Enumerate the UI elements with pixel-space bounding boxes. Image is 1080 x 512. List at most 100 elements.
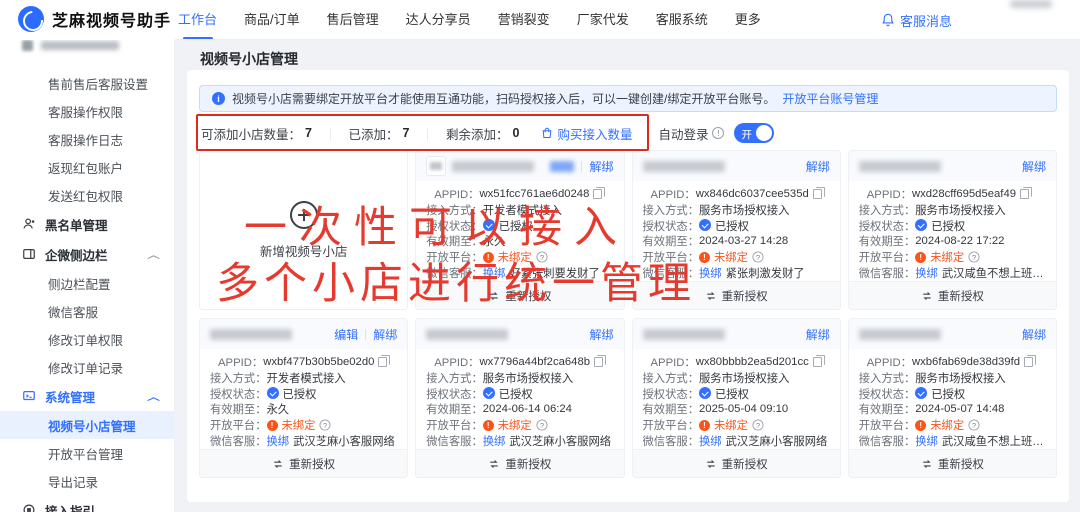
help-icon[interactable]: ? — [752, 420, 763, 431]
auth-status-label: 授权状态： — [426, 386, 483, 402]
sidebar-item-11[interactable]: 修改订单记录 — [0, 353, 174, 381]
rebind-link[interactable]: 换绑 — [699, 433, 722, 449]
help-icon[interactable]: ? — [536, 420, 547, 431]
sidebar-item-4[interactable]: 返现红包账户 — [0, 153, 174, 181]
rebind-link[interactable]: 换绑 — [915, 265, 938, 281]
sidebar-item-8[interactable]: 侧边栏配置 — [0, 269, 174, 297]
auth-status-value: 已授权 — [283, 386, 317, 402]
nav-item-2[interactable]: 商品/订单 — [244, 0, 300, 40]
app-logo: 芝麻视频号助手 — [18, 6, 171, 32]
unbind-link[interactable]: 解绑 — [1022, 326, 1046, 343]
sidebar-item-15[interactable]: 导出记录 — [0, 467, 174, 495]
open-platform-value: 未绑定 — [282, 417, 316, 433]
sidebar-item-3[interactable]: 客服操作日志 — [0, 125, 174, 153]
rebind-link[interactable]: 换绑 — [483, 433, 506, 449]
auto-login-toggle[interactable]: 开 — [734, 123, 774, 143]
top-navbar: 芝麻视频号助手 工作台商品/订单售后管理达人分享员营销裂变厂家代发客服系统更多 … — [0, 0, 1080, 40]
expire-row: 有效期至： 永久 — [210, 401, 397, 417]
copy-icon[interactable] — [594, 357, 603, 367]
help-icon[interactable]: ? — [752, 252, 763, 263]
help-icon[interactable]: ? — [969, 252, 980, 263]
sidebar-item-12[interactable]: 系统管理︿ — [0, 381, 174, 411]
nav-item-1[interactable]: 工作台 — [178, 0, 217, 40]
store-card-header: 解绑 — [633, 319, 840, 349]
service-messages-link[interactable]: 客服消息 — [881, 0, 952, 40]
copy-icon[interactable] — [1024, 357, 1033, 367]
warning-icon: ! — [915, 252, 926, 263]
unbind-link[interactable]: 解绑 — [589, 158, 613, 175]
store-card-body: APPID： wx80bbbb2ea5d201cc 接入方式： 服务市场授权接入… — [633, 349, 840, 449]
nav-item-8[interactable]: 更多 — [735, 0, 761, 40]
store-avatar — [426, 156, 446, 176]
add-store-card[interactable]: 新增视频号小店 — [199, 150, 408, 310]
reauthorize-button[interactable]: 重新授权 — [849, 449, 1056, 477]
open-platform-row: 开放平台： ! 未绑定 ? — [426, 249, 613, 265]
main-content: 视频号小店管理 i 视频号小店需要绑定开放平台才能使用互通功能，扫码授权接入后，… — [176, 40, 1080, 512]
sidebar-item-13[interactable]: 视频号小店管理 — [0, 411, 174, 439]
plus-icon — [290, 201, 318, 229]
unbind-link[interactable]: 解绑 — [373, 326, 397, 343]
reauthorize-button[interactable]: 重新授权 — [416, 449, 623, 477]
open-platform-account-link[interactable]: 开放平台账号管理 — [782, 90, 878, 107]
copy-icon[interactable] — [593, 189, 602, 199]
unbind-link[interactable]: 解绑 — [1022, 158, 1046, 175]
edit-link[interactable]: 编辑 — [334, 326, 358, 343]
appid-row: APPID： wx7796a44bf2ca648b — [426, 354, 613, 370]
copy-icon[interactable] — [813, 189, 822, 199]
warning-icon: ! — [699, 252, 710, 263]
sidebar-item-5[interactable]: 发送红包权限 — [0, 181, 174, 209]
appid-value: wxb6fab69de38d39fd — [912, 356, 1020, 368]
copy-icon[interactable] — [813, 357, 822, 367]
sidebar-item-16[interactable]: 接入指引 — [0, 495, 174, 512]
wechat-cs-name: 武汉咸鱼不想上班网络科技有... — [942, 265, 1046, 281]
reauthorize-button[interactable]: 重新授权 — [633, 449, 840, 477]
wechat-cs-label: 微信客服： — [643, 433, 700, 449]
sidebar-item-14[interactable]: 开放平台管理 — [0, 439, 174, 467]
rebind-link[interactable]: 换绑 — [483, 265, 506, 281]
edit-link-blurred[interactable] — [550, 161, 574, 172]
sidebar-item-label: 发送红包权限 — [48, 186, 123, 205]
sidebar-item-2[interactable]: 客服操作权限 — [0, 97, 174, 125]
rebind-link[interactable]: 换绑 — [915, 433, 938, 449]
rebind-link[interactable]: 换绑 — [699, 265, 722, 281]
expire-row: 有效期至： 2024-03-27 14:28 — [643, 233, 830, 249]
reauthorize-button[interactable]: 重新授权 — [416, 281, 623, 309]
reauthorize-button[interactable]: 重新授权 — [200, 449, 407, 477]
appid-label: APPID： — [434, 354, 479, 370]
copy-icon[interactable] — [1020, 189, 1029, 199]
nav-item-4[interactable]: 达人分享员 — [406, 0, 471, 40]
nav-item-6[interactable]: 厂家代发 — [577, 0, 629, 40]
reauthorize-button[interactable]: 重新授权 — [849, 281, 1056, 309]
copy-icon[interactable] — [378, 357, 387, 367]
sidebar-item-1[interactable]: 售前售后客服设置 — [0, 69, 174, 97]
unbind-link[interactable]: 解绑 — [589, 326, 613, 343]
help-icon[interactable]: ? — [969, 420, 980, 431]
reauthorize-button[interactable]: 重新授权 — [633, 281, 840, 309]
open-platform-value: 未绑定 — [714, 417, 748, 433]
blurred-account-element — [1010, 0, 1052, 8]
chevron-up-icon: ︿ — [147, 390, 160, 403]
expire-row: 有效期至： 2024-05-07 14:48 — [859, 401, 1046, 417]
sidebar-item-7[interactable]: 企微侧边栏︿ — [0, 239, 174, 269]
access-mode-value: 服务市场授权接入 — [915, 202, 1005, 218]
sidebar-item-9[interactable]: 微信客服 — [0, 297, 174, 325]
unbind-link[interactable]: 解绑 — [806, 326, 830, 343]
sidebar-item-10[interactable]: 修改订单权限 — [0, 325, 174, 353]
nav-item-7[interactable]: 客服系统 — [656, 0, 708, 40]
help-icon[interactable]: ? — [536, 252, 547, 263]
unbind-link[interactable]: 解绑 — [806, 158, 830, 175]
reauthorize-label: 重新授权 — [505, 456, 551, 472]
nav-item-3[interactable]: 售后管理 — [327, 0, 379, 40]
appid-label: APPID： — [651, 354, 696, 370]
open-platform-value: 未绑定 — [498, 249, 532, 265]
store-card: 解绑 APPID： wx7796a44bf2ca648b 接入方式： 服务市场授… — [415, 318, 624, 478]
sidebar-item-6[interactable]: 黑名单管理 — [0, 209, 174, 239]
nav-item-5[interactable]: 营销裂变 — [498, 0, 550, 40]
quota-label: 可添加小店数量： — [201, 124, 301, 143]
help-icon[interactable]: ? — [320, 420, 331, 431]
buy-access-link[interactable]: 购买接入数量 — [541, 124, 632, 143]
auto-login-info-icon[interactable]: ! — [712, 127, 724, 139]
sidebar: 售前售后客服设置客服操作权限客服操作日志返现红包账户发送红包权限黑名单管理企微侧… — [0, 40, 175, 512]
open-platform-label: 开放平台： — [426, 249, 483, 265]
rebind-link[interactable]: 换绑 — [267, 433, 290, 449]
